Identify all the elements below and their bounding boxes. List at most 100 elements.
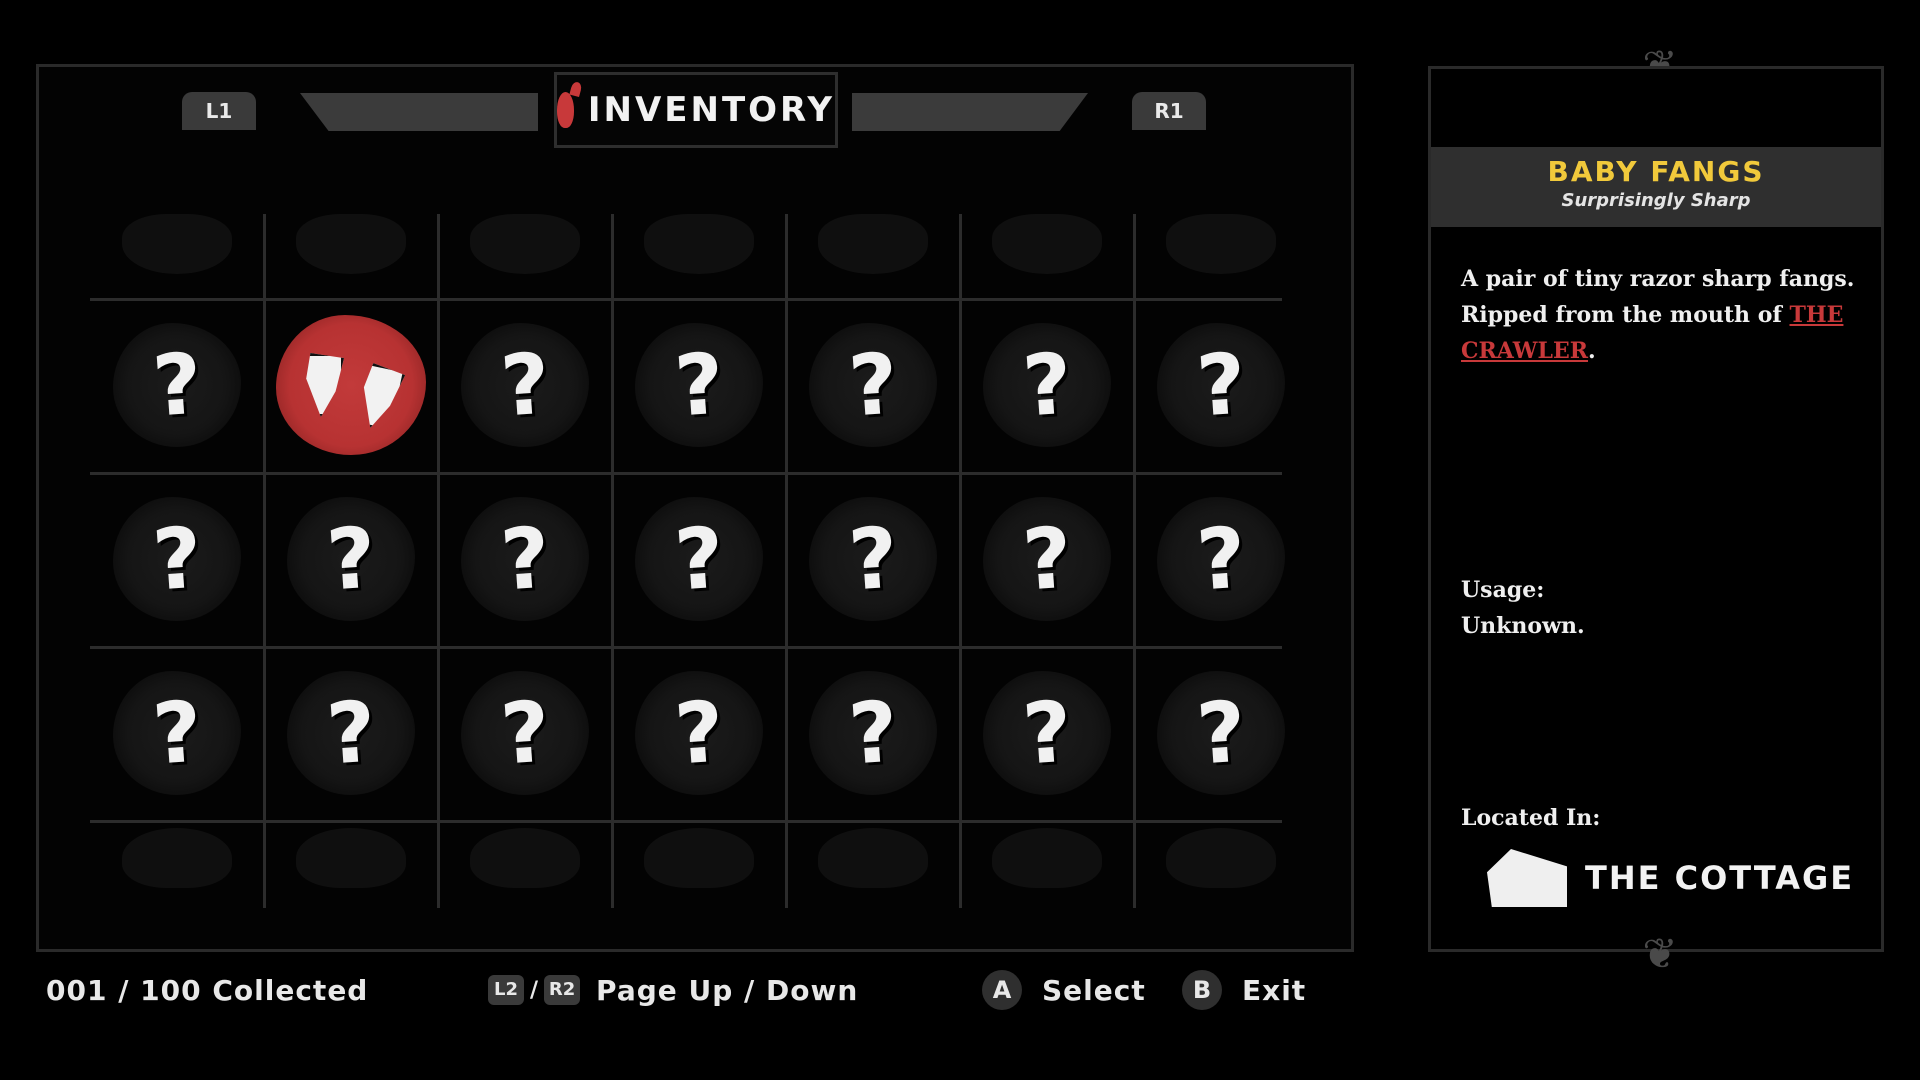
inventory-slot[interactable]: ? [960, 298, 1134, 472]
unknown-item-icon: ? [461, 323, 589, 447]
inventory-slot[interactable]: ? [960, 646, 1134, 820]
cottage-icon [1487, 849, 1567, 907]
inventory-slot[interactable]: ? [438, 472, 612, 646]
question-mark-icon: ? [845, 682, 901, 784]
unknown-item-icon: ? [113, 323, 241, 447]
slot-stub [296, 214, 406, 274]
slot-stub [1166, 828, 1276, 888]
question-mark-icon: ? [1193, 682, 1249, 784]
fang-right [352, 361, 406, 432]
unknown-item-icon: ? [1157, 323, 1285, 447]
inventory-slot[interactable]: ? [960, 472, 1134, 646]
unknown-item-icon: ? [983, 497, 1111, 621]
inventory-tab[interactable]: INVENTORY [554, 72, 838, 148]
unknown-item-icon: ? [461, 671, 589, 795]
inventory-slot[interactable]: ? [612, 472, 786, 646]
item-subtitle: Surprisingly Sharp [1561, 190, 1751, 211]
ornament-bottom-icon: ❦ [1642, 929, 1678, 978]
unknown-item-icon: ? [983, 671, 1111, 795]
question-mark-icon: ? [1019, 508, 1075, 610]
slot-stub [470, 214, 580, 274]
question-mark-icon: ? [671, 682, 727, 784]
inventory-slot[interactable]: ? [786, 298, 960, 472]
unknown-item-icon: ? [113, 671, 241, 795]
unknown-item-icon: ? [1157, 497, 1285, 621]
next-tab-button[interactable]: R1 [1132, 92, 1206, 130]
inventory-slot[interactable]: ? [1134, 298, 1308, 472]
r2-button-icon: R2 [544, 975, 581, 1005]
question-mark-icon: ? [497, 508, 553, 610]
grid-divider [90, 820, 1282, 823]
inventory-slot[interactable]: ? [90, 298, 264, 472]
slot-stub [644, 214, 754, 274]
location-row: THE COTTAGE [1487, 849, 1854, 907]
partial-slot [960, 828, 1134, 912]
inventory-slot[interactable]: ? [438, 298, 612, 472]
location-name: THE COTTAGE [1585, 859, 1855, 897]
inventory-slot[interactable]: ? [264, 472, 438, 646]
slot-stub [818, 828, 928, 888]
page-hint[interactable]: L2 / R2 Page Up / Down [488, 970, 858, 1010]
inventory-slot[interactable] [264, 298, 438, 472]
slash-separator: / [530, 977, 539, 1003]
select-label: Select [1042, 973, 1146, 1007]
partial-slot [90, 828, 264, 912]
question-mark-icon: ? [1019, 334, 1075, 436]
exit-hint[interactable]: B Exit [1182, 970, 1306, 1010]
collected-text: 001 / 100 Collected [46, 973, 369, 1007]
unknown-item-icon: ? [635, 671, 763, 795]
question-mark-icon: ? [323, 508, 379, 610]
unknown-item-icon: ? [287, 497, 415, 621]
page-title: INVENTORY [587, 90, 835, 130]
slot-stub [644, 828, 754, 888]
partial-slot [786, 828, 960, 912]
partial-slot [1134, 828, 1308, 912]
inventory-slot[interactable]: ? [1134, 646, 1308, 820]
usage-label: Usage: [1461, 577, 1545, 603]
inventory-slot[interactable]: ? [90, 646, 264, 820]
partial-slot [612, 214, 786, 298]
item-detail-panel: BABY FANGS Surprisingly Sharp A pair of … [1428, 66, 1884, 952]
slot-stub [992, 828, 1102, 888]
inventory-slot[interactable]: ? [786, 472, 960, 646]
slot-stub [992, 214, 1102, 274]
unknown-item-icon: ? [983, 323, 1111, 447]
prev-tab-button[interactable]: L1 [182, 92, 256, 130]
fang-left [306, 353, 344, 417]
slot-stub [818, 214, 928, 274]
collected-counter: 001 / 100 Collected [46, 970, 368, 1010]
partial-slot [264, 828, 438, 912]
a-button-icon: A [982, 970, 1022, 1010]
item-header: BABY FANGS Surprisingly Sharp [1431, 147, 1881, 227]
inventory-slot[interactable]: ? [438, 646, 612, 820]
inventory-slot[interactable]: ? [612, 298, 786, 472]
question-mark-icon: ? [845, 508, 901, 610]
b-button-icon: B [1182, 970, 1222, 1010]
partial-slot [90, 214, 264, 298]
question-mark-icon: ? [323, 682, 379, 784]
unknown-item-icon: ? [809, 497, 937, 621]
inventory-grid: ???????????????????? [90, 214, 1285, 908]
slot-stub [122, 828, 232, 888]
partial-slot [960, 214, 1134, 298]
question-mark-icon: ? [671, 508, 727, 610]
inventory-slot[interactable]: ? [786, 646, 960, 820]
question-mark-icon: ? [149, 508, 205, 610]
page-label: Page Up / Down [596, 973, 859, 1007]
partial-slot [264, 214, 438, 298]
l2-button-icon: L2 [488, 975, 524, 1005]
usage-value: Unknown. [1461, 613, 1585, 639]
inventory-slot[interactable]: ? [1134, 472, 1308, 646]
question-mark-icon: ? [497, 334, 553, 436]
partial-slot [612, 828, 786, 912]
inventory-slot[interactable]: ? [264, 646, 438, 820]
select-hint[interactable]: A Select [982, 970, 1146, 1010]
question-mark-icon: ? [149, 682, 205, 784]
question-mark-icon: ? [149, 334, 205, 436]
inventory-slot[interactable]: ? [612, 646, 786, 820]
inventory-slot[interactable]: ? [90, 472, 264, 646]
description-end: . [1588, 338, 1596, 364]
fangs-icon [276, 315, 426, 455]
unknown-item-icon: ? [809, 323, 937, 447]
partial-slot [786, 214, 960, 298]
